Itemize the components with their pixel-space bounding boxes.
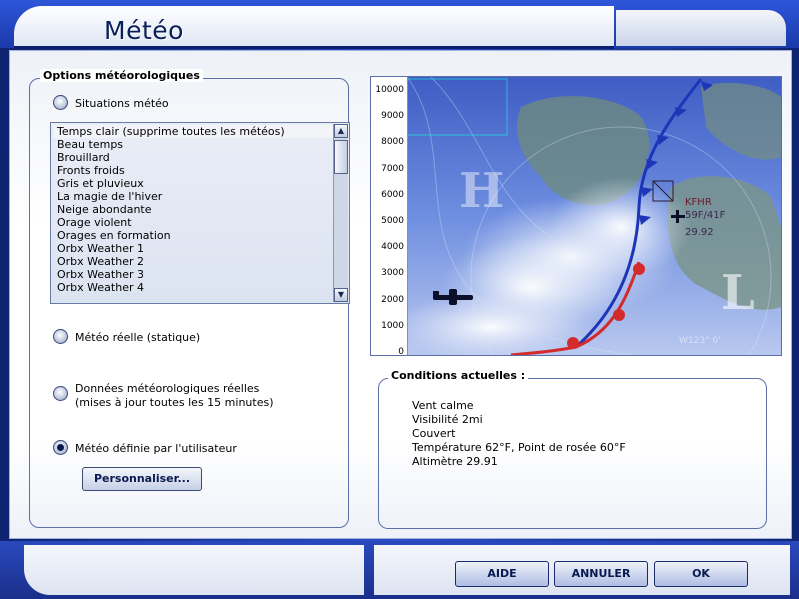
scroll-up-icon[interactable]: ▲: [334, 124, 348, 138]
conditions-text: Vent calme Visibilité 2mi Couvert Températu…: [412, 399, 626, 469]
conditions-group-title: Conditions actuelles :: [388, 369, 529, 382]
altitude-tick: 8000: [381, 137, 404, 148]
list-item[interactable]: Temps clair (supprime toutes les météos): [53, 125, 335, 138]
condition-line: Vent calme: [412, 399, 474, 412]
altitude-tick: 5000: [381, 216, 404, 226]
scroll-down-icon[interactable]: ▼: [334, 288, 348, 302]
altitude-tick: 2000: [381, 294, 404, 305]
radio-situations[interactable]: [53, 95, 68, 110]
condition-line: Température 62°F, Point de rosée 60°F: [412, 441, 626, 454]
list-scrollbar[interactable]: ▲ ▼: [333, 124, 348, 302]
list-item[interactable]: Beau temps: [53, 138, 335, 151]
radio-real-static[interactable]: [53, 329, 68, 344]
condition-line: Couvert: [412, 427, 456, 440]
altitude-tick: 1000: [381, 320, 404, 331]
low-pressure-label: L: [721, 265, 755, 321]
customize-button[interactable]: Personnaliser...: [82, 467, 202, 491]
list-item[interactable]: Fronts froids: [53, 164, 335, 177]
condition-line: Visibilité 2mi: [412, 413, 483, 426]
station-pressure: 29.92: [685, 227, 714, 238]
weather-themes-list[interactable]: Temps clair (supprime toutes les météos)…: [50, 122, 350, 304]
altitude-tick: 0: [398, 347, 404, 356]
station-temp: 59F/41F: [685, 210, 726, 221]
title-tab-right: [616, 10, 786, 46]
radio-real-static-label[interactable]: Météo réelle (statique): [75, 331, 200, 345]
condition-line: Altimètre 29.91: [412, 455, 498, 468]
radio-user-defined[interactable]: [53, 440, 68, 455]
list-item[interactable]: La magie de l'hiver: [53, 190, 335, 203]
altitude-axis: 10000 9000 8000 7000 6000 5000 4000 3000 2000 100…: [371, 77, 408, 355]
altitude-tick: 6000: [381, 189, 404, 200]
list-item[interactable]: Gris et pluvieux: [53, 177, 335, 190]
list-item[interactable]: Orages en formation: [53, 229, 335, 242]
cancel-button[interactable]: ANNULER: [554, 561, 648, 587]
scroll-thumb[interactable]: [334, 140, 348, 174]
altitude-tick: 4000: [381, 242, 404, 253]
radio-situations-label[interactable]: Situations météo: [75, 97, 169, 111]
options-group-title: Options météorologiques: [40, 69, 203, 82]
list-item[interactable]: Orbx Weather 2: [53, 255, 335, 268]
title-tab: Météo: [14, 6, 614, 49]
high-pressure-label: H: [459, 163, 504, 219]
radio-real-updates-label[interactable]: Données météorologiques réelles (mises à…: [75, 382, 274, 410]
list-item[interactable]: Orage violent: [53, 216, 335, 229]
window-title: Météo: [104, 16, 184, 45]
list-item[interactable]: Neige abondante: [53, 203, 335, 216]
radio-user-defined-label[interactable]: Météo définie par l'utilisateur: [75, 442, 237, 456]
longitude-label: W123° 0': [679, 336, 721, 346]
list-item[interactable]: Orbx Weather 3: [53, 268, 335, 281]
help-button[interactable]: AIDE: [455, 561, 549, 587]
altitude-tick: 7000: [381, 163, 404, 174]
list-item[interactable]: Orbx Weather 4: [53, 281, 335, 294]
altitude-tick: 10000: [375, 85, 404, 95]
list-item[interactable]: Brouillard: [53, 151, 335, 164]
altitude-tick: 9000: [381, 111, 404, 122]
station-code: KFHR: [685, 197, 712, 208]
ok-button[interactable]: OK: [654, 561, 748, 587]
list-item[interactable]: Orbx Weather 1: [53, 242, 335, 255]
radio-real-updates[interactable]: [53, 386, 68, 401]
weather-map: H L KFHR 59F/41F 29.92 W123° 0' 10000 900…: [370, 76, 782, 356]
weather-map-graphic: H L KFHR 59F/41F 29.92 W123° 0': [371, 77, 781, 355]
altitude-tick: 3000: [381, 268, 404, 279]
bottom-left-panel: [24, 545, 364, 595]
